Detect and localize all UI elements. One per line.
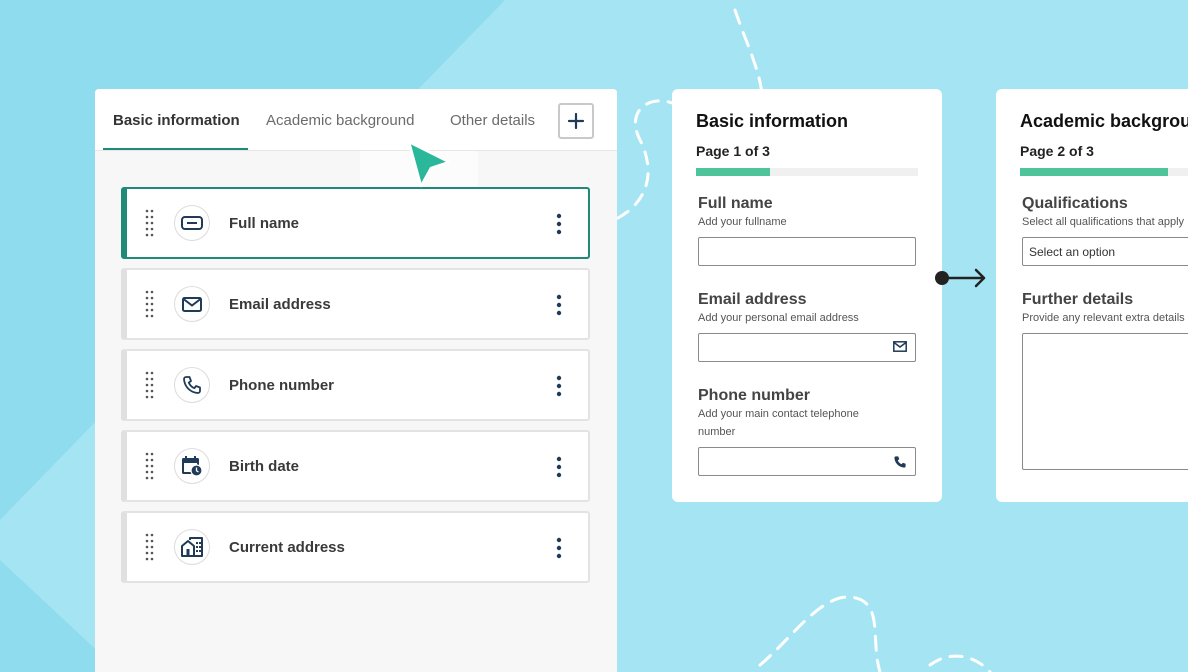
tab-other-details[interactable]: Other details — [450, 112, 535, 129]
field-label: Birth date — [229, 458, 300, 475]
phone-icon — [183, 376, 201, 394]
tab-basic-information[interactable]: Basic information — [113, 112, 240, 129]
email-input[interactable] — [698, 333, 916, 362]
kebab-menu-icon[interactable] — [556, 375, 562, 397]
field-label: Full name — [229, 215, 300, 232]
add-page-button[interactable] — [558, 103, 594, 139]
field-card-current-address[interactable]: Current address — [121, 511, 590, 583]
active-tab-indicator — [103, 148, 248, 150]
progress-bar — [696, 168, 918, 176]
drag-handle-icon[interactable] — [145, 290, 155, 318]
drag-handle-icon[interactable] — [145, 209, 155, 237]
question-hint: Add your main contact telephone number — [698, 408, 859, 438]
building-icon — [181, 537, 203, 557]
question-hint: Add your fullname — [698, 216, 787, 228]
field-label: Phone number — [229, 377, 335, 394]
tab-academic-background[interactable]: Academic background — [266, 112, 414, 129]
calendar-clock-icon — [182, 456, 203, 477]
progress-fill — [696, 168, 770, 176]
page-indicator: Page 1 of 3 — [696, 143, 770, 159]
field-label: Email address — [229, 296, 331, 313]
mouse-cursor-icon — [407, 140, 451, 188]
further-details-textarea[interactable] — [1022, 333, 1188, 470]
qualifications-select[interactable]: Select an option — [1022, 237, 1188, 266]
page-tabs: Basic information Academic background Ot… — [95, 89, 617, 151]
kebab-menu-icon[interactable] — [556, 213, 562, 235]
envelope-icon — [893, 341, 907, 352]
envelope-icon — [182, 296, 202, 312]
preview-title: Academic background — [1020, 111, 1188, 131]
field-card-phone-number[interactable]: Phone number — [121, 349, 590, 421]
form-builder-panel: Basic information Academic background Ot… — [95, 89, 617, 672]
question-label: Phone number — [698, 387, 811, 404]
progress-bar — [1020, 168, 1188, 176]
field-card-full-name[interactable]: Full name — [121, 187, 590, 259]
kebab-menu-icon[interactable] — [556, 537, 562, 559]
arrow-right-icon — [935, 268, 986, 288]
preview-title: Basic information — [696, 111, 849, 131]
question-hint: Add your personal email address — [698, 312, 859, 324]
field-icon-circle — [174, 205, 210, 241]
drag-handle-icon[interactable] — [145, 452, 155, 480]
preview-page-2: Academic background Page 2 of 3 Qualific… — [996, 89, 1188, 502]
page-indicator: Page 2 of 3 — [1020, 143, 1094, 159]
question-label: Full name — [698, 195, 773, 212]
drag-handle-icon[interactable] — [145, 371, 155, 399]
field-icon-circle — [174, 286, 210, 322]
question-hint: Select all qualifications that apply — [1022, 216, 1185, 228]
text-field-icon — [181, 216, 203, 230]
drag-handle-icon[interactable] — [145, 533, 155, 561]
question-label: Qualifications — [1022, 195, 1128, 212]
question-label: Email address — [698, 291, 807, 308]
kebab-menu-icon[interactable] — [556, 294, 562, 316]
field-card-birth-date[interactable]: Birth date — [121, 430, 590, 502]
field-icon-circle — [174, 448, 210, 484]
field-label: Current address — [229, 539, 345, 556]
field-icon-circle — [174, 529, 210, 565]
kebab-menu-icon[interactable] — [556, 456, 562, 478]
field-card-email-address[interactable]: Email address — [121, 268, 590, 340]
progress-fill — [1020, 168, 1169, 176]
phone-icon — [894, 456, 906, 468]
preview-page-1: Basic information Page 1 of 3 Full name … — [672, 89, 942, 502]
phone-input[interactable] — [698, 447, 916, 476]
full-name-input[interactable] — [698, 237, 916, 266]
question-hint: Provide any relevant extra details — [1022, 312, 1185, 324]
plus-icon — [567, 112, 585, 130]
question-label: Further details — [1022, 291, 1134, 308]
field-icon-circle — [174, 367, 210, 403]
